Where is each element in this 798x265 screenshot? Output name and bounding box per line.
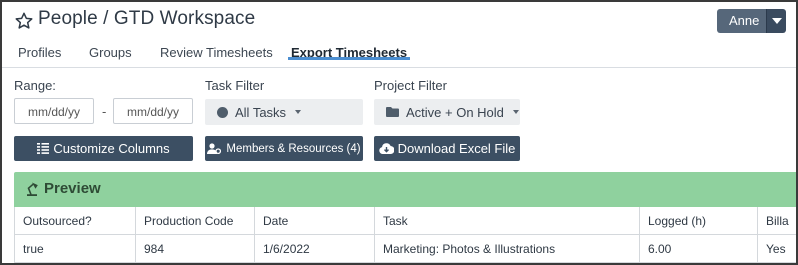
preview-header: Preview (14, 172, 796, 207)
date-to-input[interactable]: mm/dd/yy (113, 98, 193, 124)
user-name-button[interactable]: Anne (717, 9, 766, 33)
members-resources-button[interactable]: Members & Resources (4) (205, 136, 363, 161)
table-row: true 984 1/6/2022 Marketing: Photos & Il… (15, 235, 796, 263)
column-header: Billa (766, 214, 789, 228)
page-header: People / GTD Workspace Anne Profiles Gro… (2, 2, 796, 68)
column-header: Logged (h) (640, 207, 758, 234)
table-header-row: Outsourced? Production Code Date Task Lo… (15, 207, 796, 235)
preview-table: Outsourced? Production Code Date Task Lo… (14, 207, 796, 263)
preview-title: Preview (44, 180, 101, 197)
user-menu[interactable]: Anne (717, 9, 786, 33)
export-timesheets-window: People / GTD Workspace Anne Profiles Gro… (2, 2, 796, 263)
download-excel-label: Download Excel File (397, 141, 516, 156)
table-cell: 984 (136, 235, 255, 262)
user-gear-icon (207, 143, 222, 154)
user-menu-caret-icon[interactable] (766, 9, 786, 33)
task-filter-dropdown[interactable]: All Tasks (205, 99, 363, 125)
table-cell: Marketing: Photos & Illustrations (375, 235, 640, 262)
table-cell: 6.00 (640, 235, 758, 262)
table-cell: 1/6/2022 (255, 235, 375, 262)
page-title: People / GTD Workspace (38, 8, 256, 29)
columns-list-icon (37, 143, 50, 154)
column-header: Task (375, 207, 640, 234)
download-excel-button[interactable]: Download Excel File (374, 136, 520, 161)
task-filter-label: Task Filter (205, 78, 265, 93)
task-filter-value: All Tasks (235, 104, 287, 120)
tab-export-timesheets[interactable]: Export Timesheets (287, 42, 411, 60)
chevron-down-icon (295, 110, 302, 114)
date-from-input[interactable]: mm/dd/yy (14, 98, 94, 124)
circle-icon (217, 106, 228, 118)
tab-review-timesheets[interactable]: Review Timesheets (160, 42, 273, 60)
members-resources-label: Members & Resources (4) (226, 142, 361, 155)
customize-columns-button[interactable]: Customize Columns (14, 136, 193, 161)
project-filter-label: Project Filter (374, 78, 447, 93)
column-header: Outsourced? (15, 207, 136, 234)
chevron-down-icon (512, 110, 519, 114)
lamp-icon (27, 182, 38, 196)
cloud-download-icon (378, 143, 394, 154)
column-header: Production Code (136, 207, 255, 234)
tab-groups[interactable]: Groups (89, 42, 132, 60)
customize-columns-label: Customize Columns (53, 141, 170, 156)
tab-profiles[interactable]: Profiles (18, 42, 61, 60)
table-cell: Yes (766, 242, 786, 256)
favorite-star-icon[interactable] (14, 11, 34, 31)
date-separator: - (102, 104, 107, 119)
project-filter-value: Active + On Hold (406, 104, 504, 120)
folder-icon (386, 107, 399, 117)
column-header: Date (255, 207, 375, 234)
table-cell: true (15, 235, 136, 262)
project-filter-dropdown[interactable]: Active + On Hold (374, 99, 520, 125)
range-label: Range: (14, 78, 56, 93)
